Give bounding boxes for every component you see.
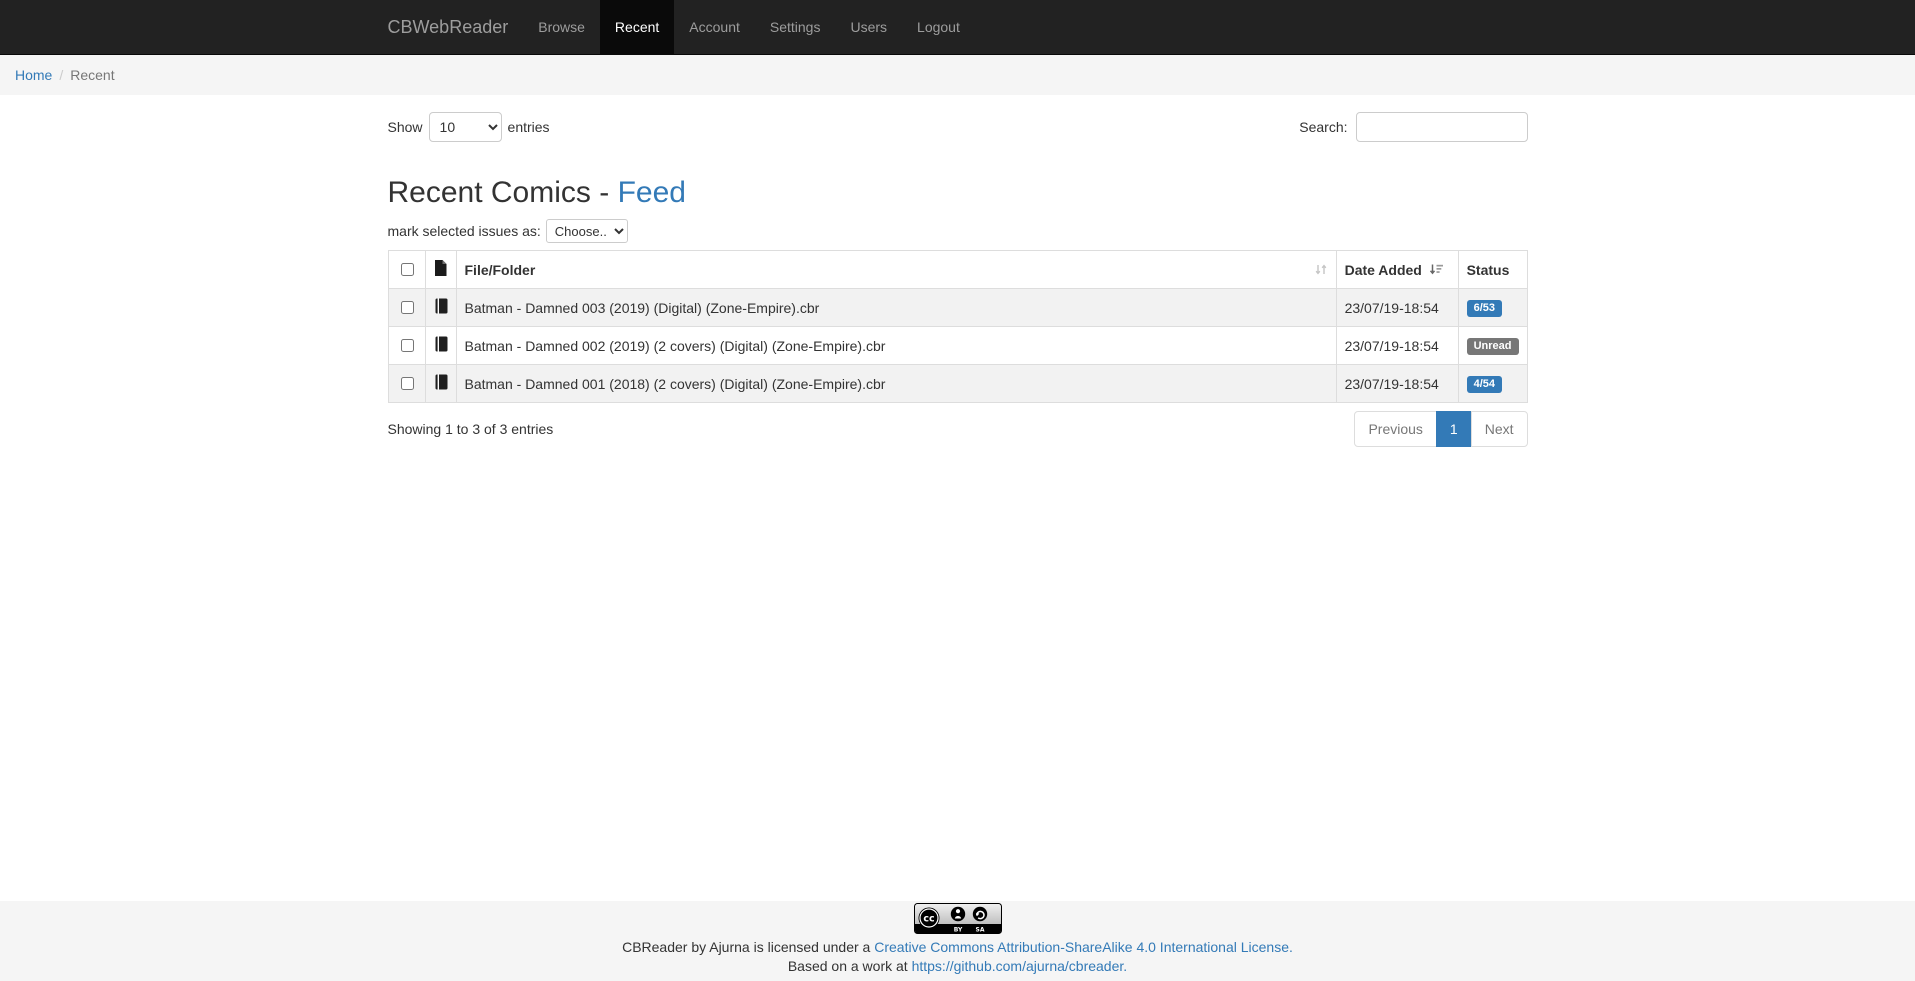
status-header-label: Status bbox=[1467, 262, 1510, 278]
show-label: Show bbox=[388, 119, 423, 135]
nav-item-settings[interactable]: Settings bbox=[755, 0, 836, 55]
page-title: Recent Comics - Feed bbox=[388, 176, 1528, 209]
nav-item-users[interactable]: Users bbox=[835, 0, 902, 55]
date-added-header-label: Date Added bbox=[1345, 262, 1422, 278]
column-header-file-folder[interactable]: File/Folder bbox=[456, 251, 1336, 289]
file-name[interactable]: Batman - Damned 002 (2019) (2 covers) (D… bbox=[456, 327, 1336, 365]
date-added: 23/07/19-18:54 bbox=[1336, 365, 1458, 403]
comics-table: File/Folder Date Added bbox=[388, 250, 1528, 403]
mark-selected-label: mark selected issues as: bbox=[388, 223, 541, 239]
pagination-page-1[interactable]: 1 bbox=[1436, 411, 1472, 447]
cc-license-link[interactable]: Creative Commons Attribution-ShareAlike … bbox=[874, 939, 1293, 955]
row-checkbox[interactable] bbox=[401, 339, 414, 352]
file-icon bbox=[434, 260, 447, 276]
mark-selected-select[interactable]: Choose... bbox=[546, 219, 628, 243]
status-badge: 6/53 bbox=[1467, 300, 1502, 317]
row-checkbox[interactable] bbox=[401, 377, 414, 390]
sort-desc-icon bbox=[1428, 263, 1444, 276]
license-text: CBReader by Ajurna is licensed under a bbox=[622, 939, 874, 955]
nav-item-account[interactable]: Account bbox=[674, 0, 755, 55]
book-icon bbox=[434, 336, 448, 352]
cc-sa-label: SA bbox=[975, 927, 984, 934]
search-input[interactable] bbox=[1356, 112, 1528, 142]
pagination: Previous 1 Next bbox=[1354, 411, 1527, 447]
mark-selected-control: mark selected issues as: Choose... bbox=[388, 219, 1528, 243]
cc-by-label: BY bbox=[953, 927, 962, 934]
brand[interactable]: CBWebReader bbox=[388, 0, 524, 54]
status-badge: Unread bbox=[1467, 338, 1519, 355]
file-name[interactable]: Batman - Damned 003 (2019) (Digital) (Zo… bbox=[456, 289, 1336, 327]
breadcrumb: Home/Recent bbox=[0, 55, 1915, 95]
breadcrumb-current: Recent bbox=[70, 67, 114, 83]
table-info: Showing 1 to 3 of 3 entries bbox=[388, 411, 554, 437]
source-text: Based on a work at bbox=[788, 958, 912, 974]
status-badge: 4/54 bbox=[1467, 376, 1502, 393]
entries-label: entries bbox=[508, 119, 550, 135]
navbar: CBWebReader Browse Recent Account Settin… bbox=[0, 0, 1915, 55]
page-title-text: Recent Comics - bbox=[388, 176, 618, 209]
date-added: 23/07/19-18:54 bbox=[1336, 327, 1458, 365]
nav-menu: Browse Recent Account Settings Users Log… bbox=[523, 0, 975, 54]
pagination-next[interactable]: Next bbox=[1471, 411, 1528, 447]
svg-text:cc: cc bbox=[923, 914, 934, 925]
select-all-checkbox[interactable] bbox=[401, 263, 414, 276]
feed-link[interactable]: Feed bbox=[618, 176, 686, 209]
nav-item-recent[interactable]: Recent bbox=[600, 0, 674, 55]
sort-both-icon bbox=[1314, 263, 1328, 276]
column-header-date-added[interactable]: Date Added bbox=[1336, 251, 1458, 289]
nav-item-logout[interactable]: Logout bbox=[902, 0, 975, 55]
book-icon bbox=[434, 374, 448, 390]
table-controls: Show 10 entries Search: bbox=[388, 112, 1528, 142]
search-control: Search: bbox=[1299, 112, 1527, 142]
table-header-row: File/Folder Date Added bbox=[388, 251, 1527, 289]
footer: cc BY SA CBReader by Ajurna is licensed … bbox=[0, 901, 1915, 981]
type-column-header bbox=[425, 251, 456, 289]
page-length-control: Show 10 entries bbox=[388, 112, 550, 142]
search-label: Search: bbox=[1299, 119, 1347, 135]
breadcrumb-home-link[interactable]: Home bbox=[15, 67, 52, 83]
column-header-status[interactable]: Status bbox=[1458, 251, 1527, 289]
page-length-select[interactable]: 10 bbox=[429, 112, 502, 142]
table-row: Batman - Damned 002 (2019) (2 covers) (D… bbox=[388, 327, 1527, 365]
file-name[interactable]: Batman - Damned 001 (2018) (2 covers) (D… bbox=[456, 365, 1336, 403]
nav-item-browse[interactable]: Browse bbox=[523, 0, 600, 55]
github-link[interactable]: https://github.com/ajurna/cbreader. bbox=[912, 958, 1128, 974]
table-row: Batman - Damned 003 (2019) (Digital) (Zo… bbox=[388, 289, 1527, 327]
row-checkbox[interactable] bbox=[401, 301, 414, 314]
pagination-previous[interactable]: Previous bbox=[1354, 411, 1436, 447]
breadcrumb-separator: / bbox=[52, 67, 70, 83]
file-folder-header-label: File/Folder bbox=[465, 262, 536, 278]
table-row: Batman - Damned 001 (2018) (2 covers) (D… bbox=[388, 365, 1527, 403]
book-icon bbox=[434, 298, 448, 314]
license-line: CBReader by Ajurna is licensed under a C… bbox=[0, 939, 1915, 956]
date-added: 23/07/19-18:54 bbox=[1336, 289, 1458, 327]
source-line: Based on a work at https://github.com/aj… bbox=[0, 958, 1915, 975]
select-all-cell bbox=[388, 251, 425, 289]
cc-license-badge[interactable]: cc BY SA bbox=[914, 903, 1002, 934]
